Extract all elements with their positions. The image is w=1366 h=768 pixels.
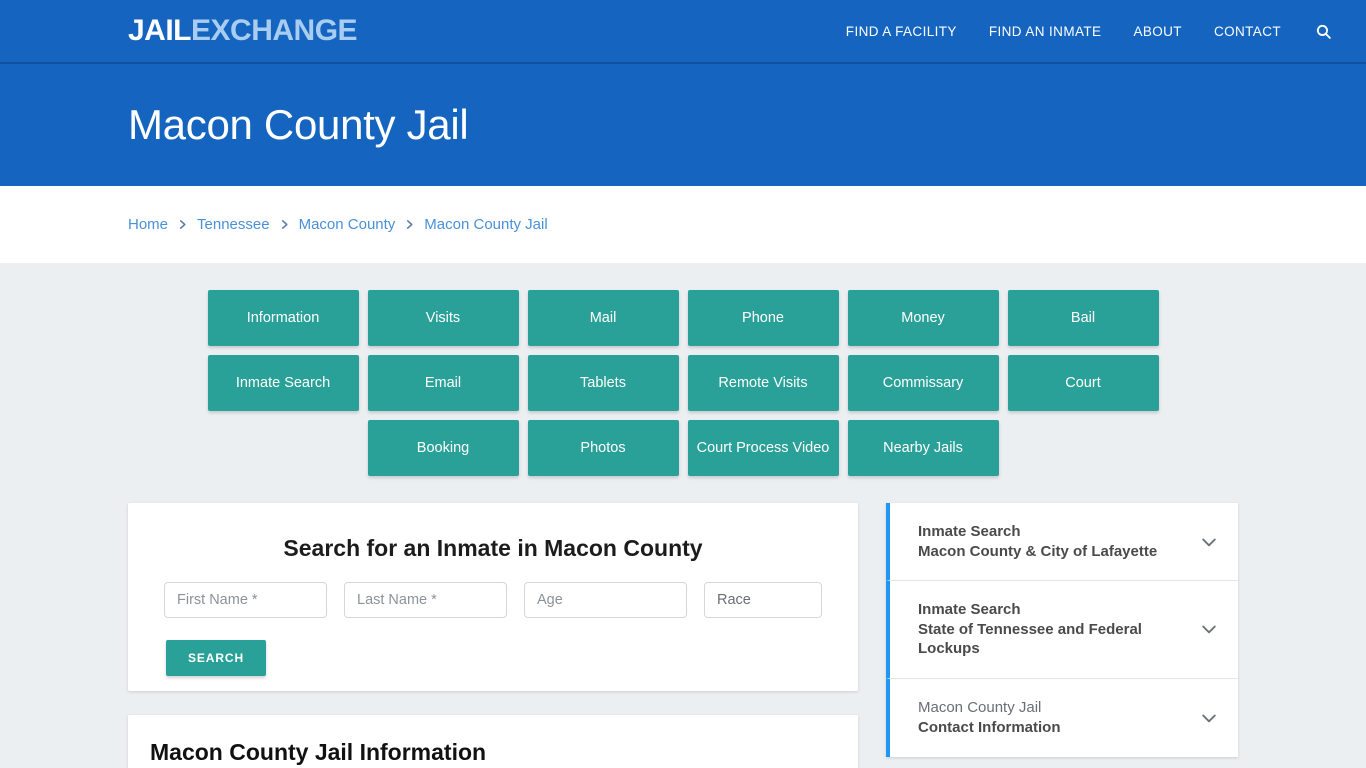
accordion-line-1: Inmate Search bbox=[918, 523, 1021, 540]
chevron-down-icon bbox=[1196, 532, 1222, 552]
accordion-item-label: Inmate Search State of Tennessee and Fed… bbox=[918, 600, 1196, 659]
section-button-email[interactable]: Email bbox=[367, 355, 519, 411]
chevron-right-icon bbox=[279, 219, 290, 230]
logo-text-secondary: EXCHANGE bbox=[191, 14, 358, 47]
page-title: Macon County Jail bbox=[128, 101, 469, 148]
last-name-input[interactable] bbox=[344, 582, 507, 618]
section-button-commissary[interactable]: Commissary bbox=[847, 355, 999, 411]
sidebar-accordion: Inmate Search Macon County & City of Laf… bbox=[886, 503, 1238, 757]
inmate-search-card: Search for an Inmate in Macon County Rac… bbox=[128, 503, 858, 691]
jail-information-card: Macon County Jail Information bbox=[128, 715, 858, 768]
search-icon[interactable] bbox=[1297, 23, 1342, 40]
race-select[interactable]: Race bbox=[704, 582, 822, 618]
main-content: Information Visits Mail Phone Money Bail… bbox=[0, 263, 1366, 768]
accordion-item-label: Inmate Search Macon County & City of Laf… bbox=[918, 522, 1196, 561]
section-button-court-process-video[interactable]: Court Process Video bbox=[687, 420, 839, 476]
nav-item-find-an-inmate[interactable]: FIND AN INMATE bbox=[973, 24, 1118, 39]
left-column: Search for an Inmate in Macon County Rac… bbox=[128, 503, 858, 768]
nav-item-about[interactable]: ABOUT bbox=[1117, 24, 1198, 39]
section-button-bail[interactable]: Bail bbox=[1007, 290, 1159, 346]
chevron-down-icon bbox=[1196, 619, 1222, 639]
section-button-nearby-jails[interactable]: Nearby Jails bbox=[847, 420, 999, 476]
nav-item-find-a-facility[interactable]: FIND A FACILITY bbox=[830, 24, 973, 39]
breadcrumb-item-macon-county-jail[interactable]: Macon County Jail bbox=[424, 216, 547, 233]
breadcrumb-item-home[interactable]: Home bbox=[128, 216, 168, 233]
accordion-item-contact-information[interactable]: Macon County Jail Contact Information bbox=[886, 678, 1238, 757]
section-button-court[interactable]: Court bbox=[1007, 355, 1159, 411]
accordion-item-label: Macon County Jail Contact Information bbox=[918, 698, 1196, 737]
breadcrumb-bar: Home Tennessee Macon County Macon County… bbox=[0, 186, 1366, 263]
site-logo[interactable]: JAILEXCHANGE bbox=[128, 14, 358, 47]
first-name-input[interactable] bbox=[164, 582, 327, 618]
accordion-line-2: Macon County & City of Lafayette bbox=[918, 542, 1158, 560]
chevron-down-icon bbox=[1196, 708, 1222, 728]
nav-item-contact[interactable]: CONTACT bbox=[1198, 24, 1297, 39]
accordion-line-1: Macon County Jail bbox=[918, 699, 1042, 716]
accordion-item-inmate-search-state[interactable]: Inmate Search State of Tennessee and Fed… bbox=[886, 581, 1238, 679]
section-button-booking[interactable]: Booking bbox=[367, 420, 519, 476]
accordion-item-inmate-search-county[interactable]: Inmate Search Macon County & City of Laf… bbox=[886, 503, 1238, 581]
content-columns: Search for an Inmate in Macon County Rac… bbox=[128, 503, 1238, 768]
section-button-phone[interactable]: Phone bbox=[687, 290, 839, 346]
section-button-money[interactable]: Money bbox=[847, 290, 999, 346]
chevron-right-icon bbox=[177, 219, 188, 230]
breadcrumb-item-macon-county[interactable]: Macon County bbox=[299, 216, 396, 233]
page-banner: Macon County Jail bbox=[0, 64, 1366, 186]
inmate-search-heading: Search for an Inmate in Macon County bbox=[283, 535, 703, 561]
accordion-line-1: Inmate Search bbox=[918, 601, 1021, 618]
breadcrumb-item-tennessee[interactable]: Tennessee bbox=[197, 216, 270, 233]
jail-information-heading: Macon County Jail Information bbox=[150, 739, 487, 765]
section-button-visits[interactable]: Visits bbox=[367, 290, 519, 346]
section-button-inmate-search[interactable]: Inmate Search bbox=[207, 355, 359, 411]
facility-section-buttons: Information Visits Mail Phone Money Bail… bbox=[138, 290, 1228, 476]
age-input[interactable] bbox=[524, 582, 687, 618]
right-column: Inmate Search Macon County & City of Laf… bbox=[886, 503, 1238, 757]
section-button-photos[interactable]: Photos bbox=[527, 420, 679, 476]
chevron-right-icon bbox=[404, 219, 415, 230]
accordion-line-2: Contact Information bbox=[918, 718, 1061, 736]
search-submit-button[interactable]: SEARCH bbox=[166, 640, 266, 676]
inmate-search-fields: Race bbox=[148, 582, 838, 618]
main-nav: FIND A FACILITY FIND AN INMATE ABOUT CON… bbox=[830, 23, 1342, 40]
logo-text-primary: JAIL bbox=[128, 14, 192, 47]
breadcrumb: Home Tennessee Macon County Macon County… bbox=[128, 216, 548, 233]
section-button-tablets[interactable]: Tablets bbox=[527, 355, 679, 411]
section-button-mail[interactable]: Mail bbox=[527, 290, 679, 346]
section-button-information[interactable]: Information bbox=[207, 290, 359, 346]
section-button-remote-visits[interactable]: Remote Visits bbox=[687, 355, 839, 411]
accordion-line-2: State of Tennessee and Federal Lockups bbox=[918, 620, 1142, 658]
top-navigation-bar: JAILEXCHANGE FIND A FACILITY FIND AN INM… bbox=[0, 0, 1366, 64]
